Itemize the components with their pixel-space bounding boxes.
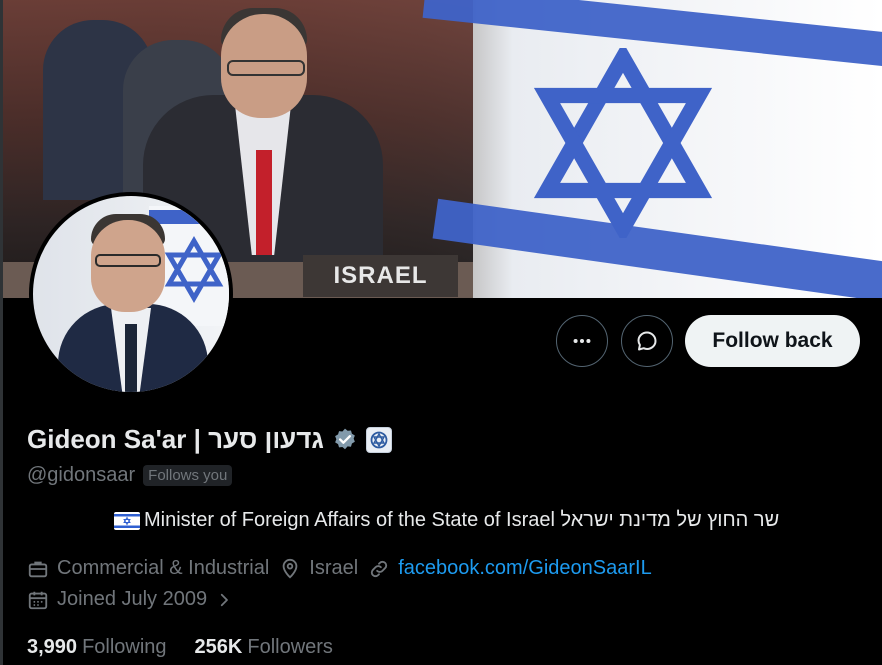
follow-back-button[interactable]: Follow back <box>685 315 860 367</box>
message-button[interactable] <box>621 315 673 367</box>
chevron-right-icon <box>220 593 229 606</box>
joined-row[interactable]: Joined July 2009 <box>27 588 233 611</box>
briefcase-icon <box>28 561 48 577</box>
following-link[interactable]: 3,990 Following <box>27 636 167 659</box>
handle-row: @gidonsaar Follows you <box>27 464 233 487</box>
following-count: 3,990 <box>27 636 78 658</box>
link-icon <box>371 560 388 577</box>
verified-badge-icon[interactable] <box>332 427 358 453</box>
username: @gidonsaar <box>27 464 136 486</box>
follow-stats: 3,990 Following 256K Followers <box>27 636 333 659</box>
avatar[interactable] <box>29 192 233 396</box>
location-item: Israel <box>279 557 358 580</box>
bio: Minister of Foreign Affairs of the State… <box>114 509 864 532</box>
avatar-glasses <box>95 254 161 267</box>
category-label: Commercial & Industrial <box>57 557 270 579</box>
banner-nameplate: ISRAEL <box>303 255 458 297</box>
followers-label: Followers <box>247 636 333 658</box>
following-label: Following <box>82 636 167 658</box>
israel-flag-icon <box>114 511 140 530</box>
location-pin-icon <box>282 558 298 579</box>
more-options-button[interactable] <box>556 315 608 367</box>
more-horizontal-icon <box>573 338 591 344</box>
profile-page: ISRAEL Follow back Gideon Sa'ar | גדעון … <box>0 0 882 665</box>
avatar-photo <box>33 196 229 392</box>
message-bubble-icon <box>637 331 657 351</box>
bio-text: Minister of Foreign Affairs of the State… <box>144 509 780 531</box>
banner-speaker-glasses <box>227 60 305 76</box>
location-label: Israel <box>309 557 359 579</box>
followers-link[interactable]: 256K Followers <box>195 636 333 659</box>
followers-count: 256K <box>194 636 243 658</box>
avatar-tie <box>125 324 137 392</box>
website-link[interactable]: facebook.com/GideonSaarIL <box>398 557 652 580</box>
affiliation-emblem-icon[interactable] <box>365 426 392 453</box>
website-item[interactable]: facebook.com/GideonSaarIL <box>368 557 652 580</box>
display-name: Gideon Sa'ar | גדעון סער <box>27 424 324 454</box>
calendar-icon <box>28 591 48 609</box>
banner-speaker-tie <box>256 150 272 255</box>
star-of-david-icon <box>533 48 713 238</box>
name-row: Gideon Sa'ar | גדעון סער <box>27 424 392 455</box>
category-item: Commercial & Industrial <box>27 557 269 580</box>
profile-meta: Commercial & Industrial Israel facebook.… <box>27 557 652 580</box>
follows-you-badge: Follows you <box>143 465 233 486</box>
joined-label: Joined July 2009 <box>57 588 208 610</box>
